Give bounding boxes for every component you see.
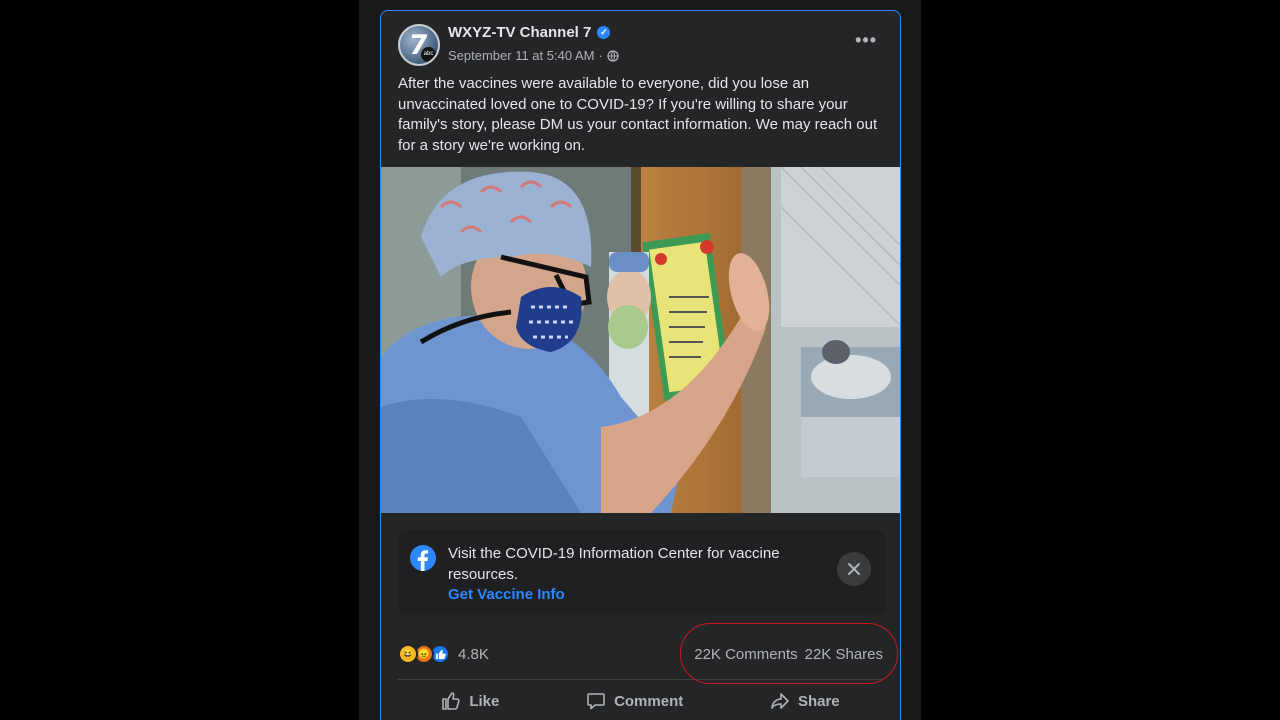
post-actions-bar: Like Comment Share [398, 683, 883, 719]
post-text: After the vaccines were available to eve… [398, 75, 878, 154]
thumbs-up-icon [442, 692, 461, 710]
comment-label: Comment [614, 692, 684, 710]
page-name-link[interactable]: WXYZ-TV Channel 7 [448, 24, 591, 41]
facebook-logo-icon [410, 545, 436, 571]
comment-icon [587, 693, 605, 710]
verified-badge-icon: ✓ [597, 26, 611, 39]
share-label: Share [797, 692, 840, 710]
post-timestamp[interactable]: September 11 at 5:40 AM [448, 48, 594, 63]
get-vaccine-info-link[interactable]: Get Vaccine Info [448, 586, 565, 603]
close-icon [848, 563, 860, 575]
more-options-icon[interactable]: ••• [855, 31, 877, 49]
close-info-button[interactable] [837, 552, 871, 586]
share-arrow-icon [771, 693, 789, 709]
comment-button[interactable]: Comment [566, 685, 703, 717]
like-button[interactable]: Like [421, 685, 519, 717]
globe-icon[interactable] [607, 49, 619, 62]
like-label: Like [469, 692, 500, 710]
share-button[interactable]: Share [750, 685, 860, 717]
post-header: 7 abc WXYZ-TV Channel 7 ✓ September 11 a… [398, 24, 883, 68]
info-center-text: Visit the COVID-19 Information Center fo… [448, 545, 780, 583]
facebook-post: 7 abc WXYZ-TV Channel 7 ✓ September 11 a… [380, 10, 901, 720]
meta-separator: · [598, 48, 603, 63]
page-avatar[interactable]: 7 abc [398, 24, 440, 66]
avatar-badge: abc [421, 47, 436, 62]
covid-info-center-box: Visit the COVID-19 Information Center fo… [398, 530, 885, 615]
post-photo[interactable] [381, 167, 901, 513]
haha-reaction-icon: 😆 [398, 644, 418, 664]
post-meta: September 11 at 5:40 AM · [448, 48, 619, 63]
reaction-summary[interactable]: 😆 😠 4.8K [398, 644, 489, 664]
page-name-row: WXYZ-TV Channel 7 ✓ [448, 24, 611, 41]
red-annotation-circle [680, 623, 898, 684]
reaction-count: 4.8K [458, 645, 489, 663]
